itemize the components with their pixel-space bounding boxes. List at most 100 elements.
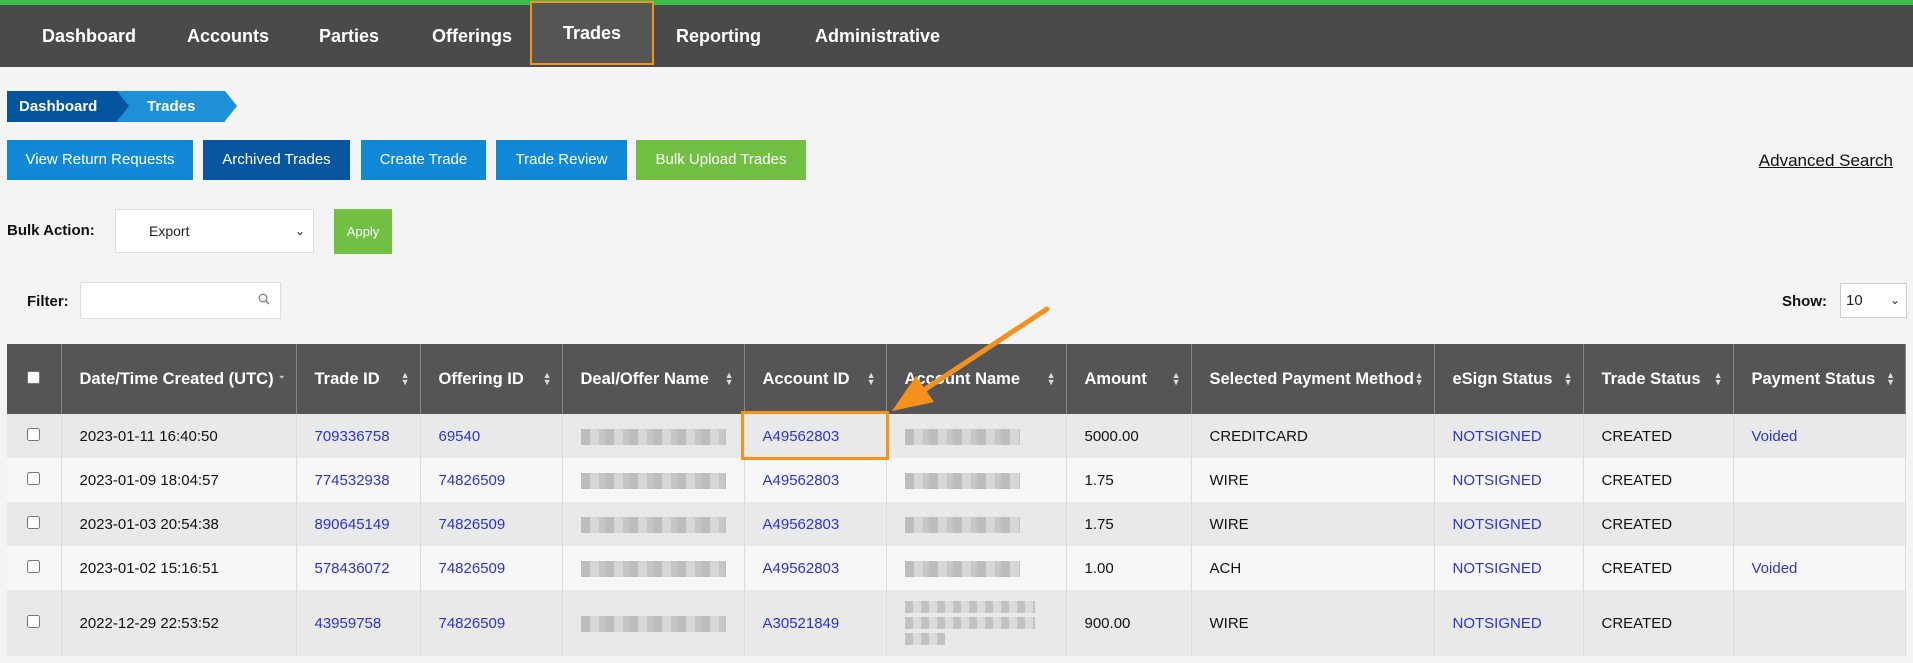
account-id-link[interactable]: A49562803 [763,472,840,489]
esign-status-link[interactable]: NOTSIGNED [1453,472,1542,489]
cell-deal-name-redacted [562,546,745,590]
nav-reporting[interactable]: Reporting [656,5,781,67]
redacted-block [904,601,1035,613]
select-all-checkbox[interactable] [27,371,41,384]
apply-button[interactable]: Apply [334,209,392,254]
trade-review-button[interactable]: Trade Review [496,140,627,180]
offering-id-link[interactable]: 74826509 [439,472,506,489]
cell-deal-name-redacted [562,458,745,502]
breadcrumb-dashboard[interactable]: Dashboard [7,91,129,122]
nav-trades[interactable]: Trades [530,1,654,65]
nav-administrative[interactable]: Administrative [795,5,960,67]
offering-id-link[interactable]: 74826509 [439,516,506,533]
redacted-block [904,472,1020,489]
header-account-name[interactable]: Account Name ▲ ▼ [886,344,1067,414]
cell-amount: 1.75 [1066,458,1192,502]
header-deal-name[interactable]: Deal/Offer Name ▲ ▼ [562,344,745,414]
trade-id-link[interactable]: 709336758 [315,428,390,445]
row-checkbox-cell [7,414,62,458]
offering-id-link[interactable]: 74826509 [439,615,506,632]
header-amount[interactable]: Amount ▲ ▼ [1066,344,1192,414]
redacted-block [580,516,726,533]
row-checkbox[interactable] [27,515,41,529]
sort-icon: ▲ ▼ [1713,370,1723,387]
trade-id-link[interactable]: 774532938 [315,472,390,489]
header-account-id[interactable]: Account ID ▲ ▼ [744,344,887,414]
table-header-row: Date/Time Created (UTC) ⌄ Trade ID ▲ ▼ Offe… [7,344,1906,414]
table-row: 2023-01-02 15:16:51 578436072 74826509 A… [7,546,1906,590]
payment-status-link[interactable]: Voided [1752,428,1798,445]
offering-id-link[interactable]: 69540 [439,428,481,445]
sort-icon: ▲ ▼ [1046,370,1056,387]
esign-status-link[interactable]: NOTSIGNED [1453,560,1542,577]
sort-icon: ▲ ▼ [866,370,876,387]
header-trade-status[interactable]: Trade Status ▲ ▼ [1583,344,1734,414]
esign-status-link[interactable]: NOTSIGNED [1453,615,1542,632]
show-select[interactable]: 10 ⌄ [1840,283,1907,318]
trade-id-link[interactable]: 43959758 [315,615,382,632]
esign-status-link[interactable]: NOTSIGNED [1453,428,1542,445]
sort-icon: ▲ ▼ [542,370,552,387]
cell-account-name-redacted [886,502,1067,546]
cell-amount: 900.00 [1066,590,1192,656]
breadcrumb-trades[interactable]: Trades [117,91,237,122]
trade-id-link[interactable]: 890645149 [315,516,390,533]
filter-input[interactable] [81,283,251,318]
row-checkbox[interactable] [27,614,41,628]
cell-trade-status: CREATED [1583,458,1734,502]
sort-icon: ▲ ▼ [1171,370,1181,387]
header-date[interactable]: Date/Time Created (UTC) ⌄ [61,344,297,414]
offering-id-link[interactable]: 74826509 [439,560,506,577]
redacted-block [904,633,945,645]
header-payment-status[interactable]: Payment Status ▲ ▼ [1733,344,1906,414]
table-row: 2023-01-09 18:04:57 774532938 74826509 A… [7,458,1906,502]
row-checkbox-cell [7,546,62,590]
trades-table: Date/Time Created (UTC) ⌄ Trade ID ▲ ▼ Offe… [7,344,1906,656]
redacted-block [904,516,1020,533]
redacted-block [580,428,726,445]
cell-trade-status: CREATED [1583,590,1734,656]
sort-icon: ▲ ▼ [400,370,410,387]
account-id-link[interactable]: A49562803 [763,516,840,533]
sort-desc-icon: ⌄ [277,370,286,380]
sort-icon: ▲ ▼ [1886,370,1895,387]
cell-deal-name-redacted [562,590,745,656]
row-checkbox[interactable] [27,427,41,441]
redacted-block [904,560,1020,577]
payment-status-link[interactable]: Voided [1752,560,1798,577]
trade-id-link[interactable]: 578436072 [315,560,390,577]
bulk-action-label: Bulk Action: [7,222,95,239]
esign-status-link[interactable]: NOTSIGNED [1453,516,1542,533]
view-return-requests-button[interactable]: View Return Requests [7,140,193,180]
bulk-action-select[interactable]: Export ⌄ [115,209,314,253]
cell-account-name-redacted [886,546,1067,590]
account-id-link[interactable]: A49562803 [763,560,840,577]
header-offering-id[interactable]: Offering ID ▲ ▼ [420,344,563,414]
filter-field [80,282,281,319]
create-trade-button[interactable]: Create Trade [361,140,486,180]
search-icon [258,293,270,305]
cell-deal-name-redacted [562,414,745,458]
row-checkbox[interactable] [27,559,41,573]
cell-payment-method: WIRE [1191,590,1435,656]
account-id-link[interactable]: A49562803 [763,428,840,445]
nav-accounts[interactable]: Accounts [167,5,289,67]
nav-dashboard[interactable]: Dashboard [22,5,156,67]
advanced-search-link[interactable]: Advanced Search [1759,151,1893,171]
table-row: 2023-01-11 16:40:50 709336758 69540 A495… [7,414,1906,458]
header-esign-status[interactable]: eSign Status ▲ ▼ [1434,344,1584,414]
account-id-link[interactable]: A30521849 [763,615,840,632]
bulk-upload-trades-button[interactable]: Bulk Upload Trades [636,140,806,180]
row-checkbox[interactable] [27,471,41,485]
row-checkbox-cell [7,502,62,546]
nav-offerings[interactable]: Offerings [412,5,532,67]
table-row: 2023-01-03 20:54:38 890645149 74826509 A… [7,502,1906,546]
filter-label: Filter: [27,293,69,310]
redacted-block [580,560,726,577]
cell-deal-name-redacted [562,502,745,546]
cell-date: 2023-01-09 18:04:57 [61,458,297,502]
archived-trades-button[interactable]: Archived Trades [203,140,350,180]
nav-parties[interactable]: Parties [299,5,399,67]
header-trade-id[interactable]: Trade ID ▲ ▼ [296,344,421,414]
header-payment-method[interactable]: Selected Payment Method ▲ ▼ [1191,344,1435,414]
